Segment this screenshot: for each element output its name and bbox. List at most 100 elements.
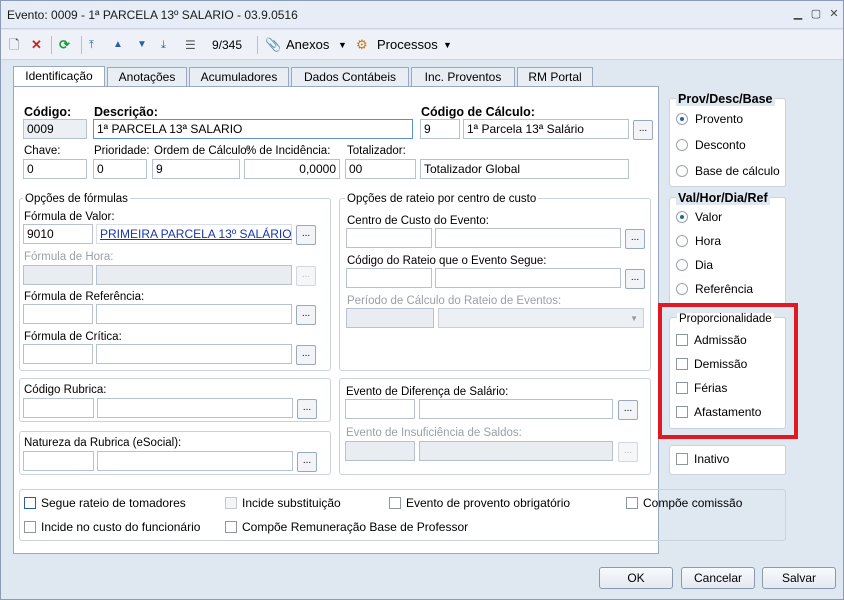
prioridade-field[interactable]: 0	[93, 159, 147, 179]
next-record-icon[interactable]: ▼	[137, 35, 147, 55]
calc-code-field[interactable]: 9	[420, 119, 460, 139]
tab-inc-proventos[interactable]: Inc. Proventos	[411, 67, 515, 87]
evento-obrigatorio-checkbox[interactable]	[389, 497, 401, 509]
base-calculo-radio[interactable]	[676, 165, 688, 177]
calc-desc-field[interactable]: 1ª Parcela 13ª Salário	[463, 119, 629, 139]
minimize-icon[interactable]: ▁	[791, 7, 805, 21]
compoe-remuneracao-checkbox[interactable]	[225, 521, 237, 533]
hora-label: Hora	[695, 234, 722, 248]
close-icon[interactable]: ✕	[827, 7, 841, 21]
chave-label: Chave:	[24, 145, 61, 157]
referencia-label: Referência	[695, 282, 754, 296]
tab-dados-contabeis[interactable]: Dados Contábeis	[291, 67, 409, 87]
diferenca-lookup-button[interactable]: ...	[618, 400, 638, 420]
refresh-icon[interactable]: ⟳	[59, 35, 70, 55]
provento-radio[interactable]	[676, 113, 688, 125]
tab-rm-portal[interactable]: RM Portal	[517, 67, 593, 87]
diferenca-code-field[interactable]	[345, 399, 415, 419]
tab-acumuladores[interactable]: Acumuladores	[189, 67, 289, 87]
rubrica-lookup-button[interactable]: ...	[297, 399, 317, 419]
centro-custo-lookup-button[interactable]: ...	[625, 229, 645, 249]
dia-radio[interactable]	[676, 259, 688, 271]
hora-radio[interactable]	[676, 235, 688, 247]
formula-valor-code-field[interactable]: 9010	[23, 224, 93, 244]
centro-custo-desc-field[interactable]	[435, 228, 621, 248]
formula-referencia-code-field[interactable]	[23, 304, 93, 324]
natureza-code-field[interactable]	[23, 451, 94, 471]
formula-hora-desc-field	[96, 265, 292, 285]
ok-button[interactable]: OK	[599, 567, 673, 589]
centro-custo-code-field[interactable]	[346, 228, 432, 248]
toolbar-separator	[257, 36, 258, 54]
processes-menu[interactable]: Processos	[377, 35, 438, 55]
codigo-rateio-lookup-button[interactable]: ...	[625, 269, 645, 289]
cancel-button[interactable]: Cancelar	[681, 567, 755, 589]
window-title: Evento: 0009 - 1ª PARCELA 13º SALARIO - …	[7, 8, 298, 22]
inativo-label: Inativo	[694, 452, 730, 466]
formula-hora-label: Fórmula de Hora:	[24, 251, 114, 263]
formula-critica-desc-field[interactable]	[96, 344, 292, 364]
ordem-field[interactable]: 9	[152, 159, 240, 179]
attachments-menu[interactable]: Anexos	[286, 35, 329, 55]
record-counter: 9/345	[212, 38, 243, 52]
incidencia-field[interactable]: 0,0000	[244, 159, 340, 179]
title-bar: Evento: 0009 - 1ª PARCELA 13º SALARIO - …	[1, 1, 843, 29]
formula-valor-lookup-button[interactable]: ...	[296, 225, 316, 245]
chave-field[interactable]: 0	[23, 159, 87, 179]
codigo-field[interactable]: 0009	[23, 119, 87, 139]
formula-critica-code-field[interactable]	[23, 344, 93, 364]
formula-valor-link[interactable]: PRIMEIRA PARCELA 13º SALÁRIO	[100, 227, 292, 241]
descricao-field[interactable]: 1ª PARCELA 13ª SALARIO	[93, 119, 413, 139]
inativo-checkbox[interactable]	[676, 453, 688, 465]
toolbar-separator	[81, 36, 82, 54]
compoe-comissao-checkbox[interactable]	[626, 497, 638, 509]
totalizador-code-field[interactable]: 00	[345, 159, 416, 179]
calc-lookup-button[interactable]: ...	[633, 120, 653, 140]
first-record-icon[interactable]: ⤒	[89, 35, 94, 55]
valor-label: Valor	[695, 210, 723, 224]
maximize-icon[interactable]: ▢	[809, 7, 823, 21]
formula-referencia-desc-field[interactable]	[96, 304, 292, 324]
incide-custo-checkbox[interactable]	[24, 521, 36, 533]
delete-icon[interactable]: ✕	[31, 35, 42, 55]
natureza-desc-field[interactable]	[97, 451, 293, 471]
event-window: Evento: 0009 - 1ª PARCELA 13º SALARIO - …	[0, 0, 844, 600]
last-record-icon[interactable]: ⤓	[161, 35, 166, 55]
chevron-down-icon[interactable]: ▼	[443, 35, 452, 55]
codigo-rateio-code-field[interactable]	[346, 268, 432, 288]
referencia-radio[interactable]	[676, 283, 688, 295]
diferenca-label: Evento de Diferença de Salário:	[346, 386, 509, 398]
tab-identificacao[interactable]: Identificação	[13, 66, 105, 88]
codigo-rateio-desc-field[interactable]	[435, 268, 621, 288]
diferenca-desc-field[interactable]	[419, 399, 613, 419]
formula-referencia-lookup-button[interactable]: ...	[296, 305, 316, 325]
compoe-remuneracao-label: Compõe Remuneração Base de Professor	[242, 520, 469, 534]
highlight-box	[658, 303, 798, 439]
desconto-label: Desconto	[695, 138, 746, 152]
save-button[interactable]: Salvar	[762, 567, 836, 589]
natureza-lookup-button[interactable]: ...	[297, 452, 317, 472]
centro-custo-label: Centro de Custo do Evento:	[347, 215, 489, 227]
segue-rateio-checkbox[interactable]	[24, 497, 36, 509]
goto-record-icon[interactable]: ☰	[185, 35, 196, 55]
formula-referencia-label: Fórmula de Referência:	[24, 291, 145, 303]
insuficiencia-label: Evento de Insuficiência de Saldos:	[346, 427, 522, 439]
incidencia-label: % de Incidência:	[246, 145, 331, 157]
compoe-comissao-label: Compõe comissão	[643, 496, 743, 510]
periodo-rateio-label: Período de Cálculo do Rateio de Eventos:	[347, 295, 562, 307]
processes-icon: ⚙	[356, 37, 368, 52]
prov-desc-base-title: Prov/Desc/Base	[676, 92, 775, 106]
previous-record-icon[interactable]: ▲	[113, 35, 123, 55]
new-icon[interactable]: 🗋	[9, 35, 19, 55]
chevron-down-icon[interactable]: ▼	[338, 35, 347, 55]
rubrica-desc-field[interactable]	[97, 398, 293, 418]
desconto-radio[interactable]	[676, 139, 688, 151]
formulas-title: Opções de fórmulas	[23, 193, 130, 205]
valor-radio[interactable]	[676, 211, 688, 223]
toolbar-separator	[51, 36, 52, 54]
rubrica-code-field[interactable]	[23, 398, 94, 418]
tab-anotacoes[interactable]: Anotações	[107, 67, 187, 87]
insuficiencia-desc-field	[419, 441, 613, 461]
formula-critica-lookup-button[interactable]: ...	[296, 345, 316, 365]
totalizador-desc-field[interactable]: Totalizador Global	[420, 159, 629, 179]
